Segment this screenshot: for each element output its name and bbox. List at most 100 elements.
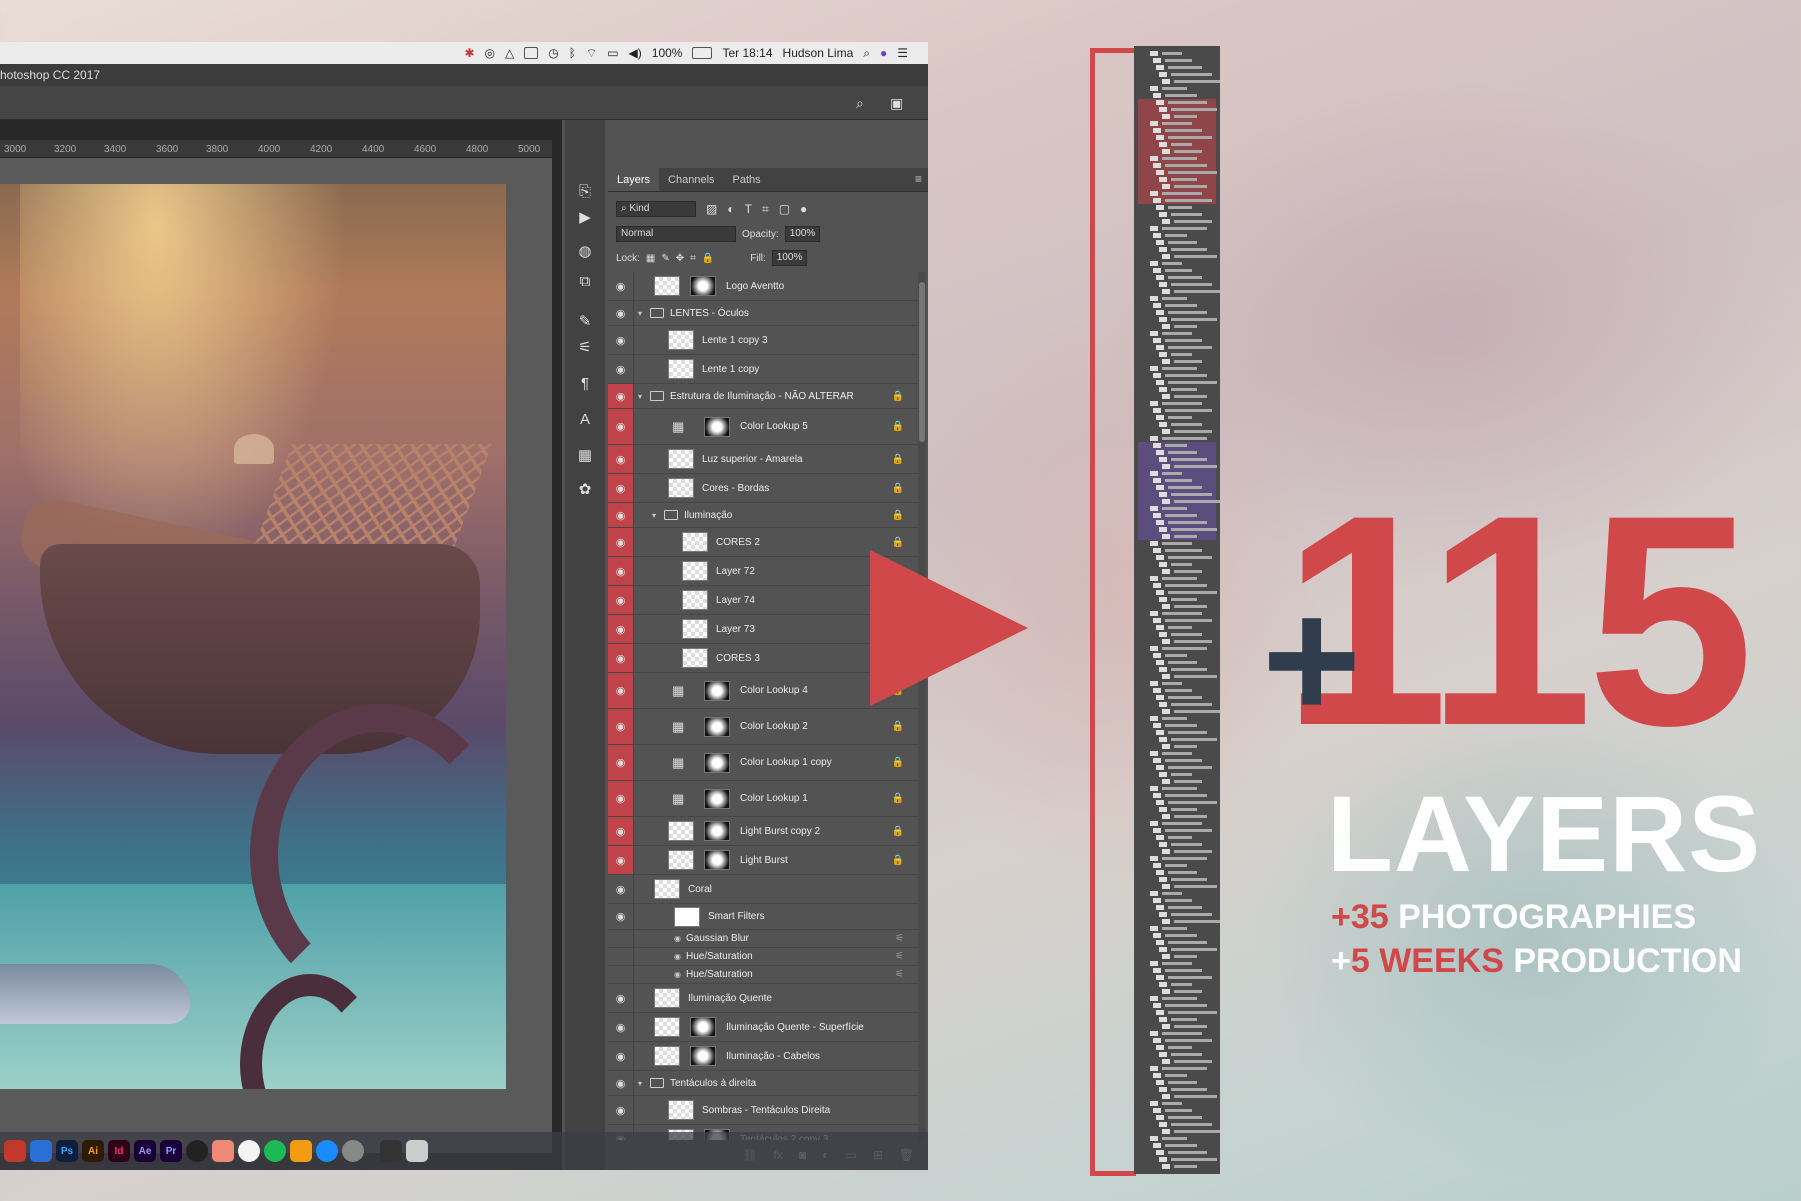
layers-scrollbar[interactable] <box>918 272 926 1140</box>
tab-paths[interactable]: Paths <box>724 168 770 191</box>
dock-app-aftereffects[interactable]: Ae <box>134 1140 156 1162</box>
layer-mask-thumbnail[interactable] <box>690 1046 716 1066</box>
lock-pixels-icon[interactable]: ▦ <box>646 253 655 264</box>
paragraph-icon[interactable]: ¶ <box>575 374 595 394</box>
group-expand-icon[interactable]: ▾ <box>638 1079 642 1088</box>
appstore-icon[interactable] <box>316 1140 338 1162</box>
lock-paint-icon[interactable]: ✎ <box>661 253 669 264</box>
dock-app-premiere[interactable]: Pr <box>160 1140 182 1162</box>
visibility-eye-icon[interactable]: ◉ <box>608 709 634 744</box>
blend-mode-select[interactable]: Normal <box>616 226 736 242</box>
layer-thumbnail[interactable] <box>682 561 708 581</box>
visibility-eye-icon[interactable]: ◉ <box>608 673 634 708</box>
user-name[interactable]: Hudson Lima <box>783 46 854 60</box>
layer-row[interactable]: ◉ ⚟ Gaussian Blur <box>608 930 918 948</box>
pixel-filter-icon[interactable]: ▨ <box>706 202 717 216</box>
lock-artboard-icon[interactable]: ⌗ <box>690 253 696 264</box>
dock-app-icon[interactable] <box>238 1140 260 1162</box>
layer-row[interactable]: ◉ ▾ Tentáculos à direita <box>608 1071 918 1096</box>
layer-thumbnail[interactable] <box>668 449 694 469</box>
smartobject-filter-icon[interactable]: ▢ <box>779 202 790 216</box>
adjustment-filter-icon[interactable]: ◐ <box>727 202 734 216</box>
layer-thumbnail[interactable] <box>682 590 708 610</box>
shape-filter-icon[interactable]: ⌗ <box>762 202 769 217</box>
color-icon[interactable]: ◍ <box>575 242 595 262</box>
fill-input[interactable]: 100% <box>771 250 808 266</box>
visibility-eye-icon[interactable]: ◉ <box>608 326 634 354</box>
layer-mask-thumbnail[interactable] <box>704 788 730 809</box>
sync-icon[interactable]: ◎ <box>485 46 495 60</box>
group-expand-icon[interactable]: ▾ <box>638 392 642 401</box>
layer-thumbnail[interactable] <box>682 532 708 552</box>
layer-row[interactable]: ◉ Lente 1 copy 3 <box>608 326 918 355</box>
layer-row[interactable]: ◉ ⚟ Hue/Saturation <box>608 948 918 966</box>
filter-visibility-icon[interactable]: ◉ <box>674 970 681 979</box>
layer-row[interactable]: ◉ Iluminação Quente - Superfície <box>608 1013 918 1042</box>
scroll-thumb[interactable] <box>919 282 925 442</box>
layer-row[interactable]: ◉ Light Burst 🔒 <box>608 846 918 875</box>
visibility-eye-icon[interactable]: ◉ <box>608 904 634 929</box>
layer-mask-thumbnail[interactable] <box>704 850 730 870</box>
battery-percent[interactable]: 100% <box>652 46 683 60</box>
swatches-icon[interactable]: ⧉ <box>575 272 595 292</box>
time-machine-icon[interactable]: ◷ <box>548 46 558 60</box>
filter-kind-select[interactable]: ⌕ Kind <box>616 201 696 217</box>
layer-mask-thumbnail[interactable] <box>704 821 730 841</box>
layer-mask-thumbnail[interactable] <box>690 1017 716 1037</box>
layer-row[interactable]: ◉ Smart Filters <box>608 904 918 930</box>
dock-app-illustrator[interactable]: Ai <box>82 1140 104 1162</box>
layer-mask-thumbnail[interactable] <box>704 680 730 701</box>
layer-row[interactable]: ◉ Luz superior - Amarela 🔒 <box>608 445 918 474</box>
dock-app-icon[interactable] <box>30 1140 52 1162</box>
visibility-eye-icon[interactable]: ◉ <box>608 1096 634 1124</box>
layer-row[interactable]: ◉ ▾ Estrutura de Iluminação - NÃO ALTERAR 🔒 <box>608 384 918 409</box>
visibility-eye-icon[interactable]: ◉ <box>608 355 634 383</box>
layer-row[interactable]: ◉ Lente 1 copy <box>608 355 918 384</box>
dock-app-indesign[interactable]: Id <box>108 1140 130 1162</box>
tab-channels[interactable]: Channels <box>659 168 723 191</box>
dock-app-photoshop[interactable]: Ps <box>56 1140 78 1162</box>
visibility-eye-icon[interactable]: ◉ <box>608 503 634 527</box>
table-icon[interactable]: ▦ <box>575 446 595 466</box>
airplay-icon[interactable]: ▭ <box>607 46 618 60</box>
visibility-eye-icon[interactable]: ◉ <box>608 846 634 874</box>
siri-icon[interactable]: ● <box>880 46 887 60</box>
dock-app-icon[interactable] <box>290 1140 312 1162</box>
filter-options-icon[interactable]: ⚟ <box>895 951 904 962</box>
workspace-icon[interactable]: ▣ <box>890 95 903 112</box>
dropbox-icon[interactable]: ✱ <box>464 46 474 60</box>
layer-thumbnail[interactable] <box>668 478 694 498</box>
history-icon[interactable]: ⎘ <box>575 182 595 202</box>
actions-play-icon[interactable]: ▶ <box>575 208 595 228</box>
styles-icon[interactable]: ✿ <box>575 480 595 500</box>
visibility-eye-icon[interactable]: ◉ <box>608 781 634 816</box>
layer-row[interactable]: ◉ Iluminação - Cabelos <box>608 1042 918 1071</box>
dock-app-icon[interactable] <box>212 1140 234 1162</box>
opacity-input[interactable]: 100% <box>784 226 821 242</box>
bluetooth-icon[interactable]: ᛒ <box>569 46 576 60</box>
layer-row[interactable]: ◉ Coral <box>608 875 918 904</box>
visibility-eye-icon[interactable]: ◉ <box>608 984 634 1012</box>
filter-options-icon[interactable]: ⚟ <box>895 969 904 980</box>
panel-menu-icon[interactable]: ≡ <box>915 172 922 186</box>
filter-toggle-icon[interactable]: ● <box>800 202 807 216</box>
lock-move-icon[interactable]: ✥ <box>676 253 684 264</box>
clock[interactable]: Ter 18:14 <box>722 46 772 60</box>
smart-filter-mask[interactable] <box>674 906 700 927</box>
visibility-eye-icon[interactable]: ◉ <box>608 615 634 643</box>
settings-icon[interactable] <box>342 1140 364 1162</box>
visibility-eye-icon[interactable] <box>608 930 634 947</box>
visibility-eye-icon[interactable]: ◉ <box>608 409 634 444</box>
dock-app-icon[interactable] <box>380 1140 402 1162</box>
visibility-eye-icon[interactable]: ◉ <box>608 445 634 473</box>
layer-thumbnail[interactable] <box>682 648 708 668</box>
visibility-eye-icon[interactable]: ◉ <box>608 1071 634 1095</box>
adjustments-icon[interactable]: ⚟ <box>575 338 595 358</box>
visibility-eye-icon[interactable] <box>608 966 634 983</box>
layer-row[interactable]: ◉ ▾ Iluminação 🔒 <box>608 503 918 528</box>
type-filter-icon[interactable]: T <box>745 202 752 216</box>
visibility-eye-icon[interactable]: ◉ <box>608 745 634 780</box>
filter-visibility-icon[interactable]: ◉ <box>674 952 681 961</box>
layer-row[interactable]: ◉ ⚟ Hue/Saturation <box>608 966 918 984</box>
layer-thumbnail[interactable] <box>668 359 694 379</box>
